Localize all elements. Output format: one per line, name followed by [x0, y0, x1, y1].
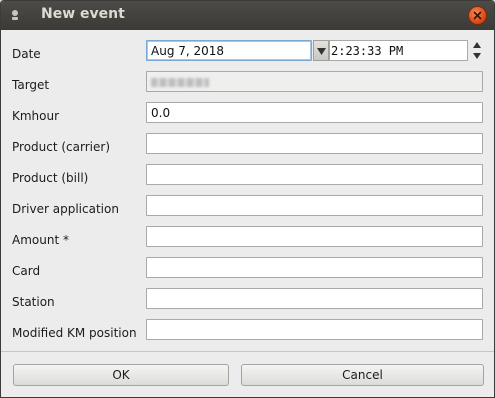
- amount-row: Amount *: [1, 221, 494, 252]
- product-carrier-field[interactable]: [146, 133, 483, 154]
- cancel-button[interactable]: Cancel: [241, 364, 484, 386]
- time-input[interactable]: [330, 41, 467, 60]
- kmhour-field[interactable]: [146, 102, 483, 123]
- card-label: Card: [12, 264, 41, 278]
- date-input[interactable]: [147, 41, 311, 60]
- close-button[interactable]: [469, 7, 486, 24]
- modified-km-position-row: Modified KM position: [1, 314, 494, 345]
- date-dropdown-button[interactable]: [313, 40, 329, 61]
- triangle-up-icon: [473, 42, 481, 48]
- target-field: [146, 71, 483, 92]
- modified-km-position-input[interactable]: [147, 320, 482, 339]
- triangle-down-icon: [317, 48, 326, 55]
- driver-application-input[interactable]: [147, 196, 482, 215]
- button-separator: [1, 351, 494, 352]
- new-event-dialog: New event Date Aug 7, 2018 2:23:33 PM Ta…: [0, 0, 495, 398]
- close-icon: [473, 11, 482, 20]
- time-field[interactable]: [329, 40, 468, 61]
- triangle-down-icon: [473, 53, 481, 59]
- product-carrier-row: Product (carrier): [1, 128, 494, 159]
- kmhour-input[interactable]: [147, 103, 482, 122]
- card-row: Card: [1, 252, 494, 283]
- date-row: Date: [1, 35, 494, 66]
- app-icon: [12, 10, 18, 20]
- card-input[interactable]: [147, 258, 482, 277]
- product-bill-input[interactable]: [147, 165, 482, 184]
- station-label: Station: [12, 295, 55, 309]
- station-field[interactable]: [146, 288, 483, 309]
- target-row: Target: [1, 66, 494, 97]
- product-bill-label: Product (bill): [12, 171, 89, 185]
- station-input[interactable]: [147, 289, 482, 308]
- product-bill-row: Product (bill): [1, 159, 494, 190]
- title-bar[interactable]: New event: [1, 1, 494, 30]
- date-field[interactable]: [146, 40, 312, 61]
- kmhour-label: Kmhour: [12, 109, 60, 123]
- redacted-target-value: [151, 78, 209, 87]
- window-title: New event: [41, 6, 125, 22]
- ok-button[interactable]: OK: [13, 364, 229, 386]
- product-carrier-input[interactable]: [147, 134, 482, 153]
- amount-label: Amount *: [12, 233, 69, 247]
- modified-km-position-field[interactable]: [146, 319, 483, 340]
- product-bill-field[interactable]: [146, 164, 483, 185]
- driver-application-row: Driver application: [1, 190, 494, 221]
- card-field[interactable]: [146, 257, 483, 278]
- time-increment-button[interactable]: [470, 40, 484, 50]
- station-row: Station: [1, 283, 494, 314]
- kmhour-row: Kmhour: [1, 97, 494, 128]
- time-decrement-button[interactable]: [470, 51, 484, 61]
- driver-application-field[interactable]: [146, 195, 483, 216]
- product-carrier-label: Product (carrier): [12, 140, 110, 154]
- date-label: Date: [12, 47, 41, 61]
- modified-km-position-label: Modified KM position: [12, 326, 137, 340]
- amount-input[interactable]: [147, 227, 482, 246]
- time-spinner[interactable]: [470, 40, 484, 61]
- target-label: Target: [12, 78, 50, 92]
- driver-application-label: Driver application: [12, 202, 119, 216]
- amount-field[interactable]: [146, 226, 483, 247]
